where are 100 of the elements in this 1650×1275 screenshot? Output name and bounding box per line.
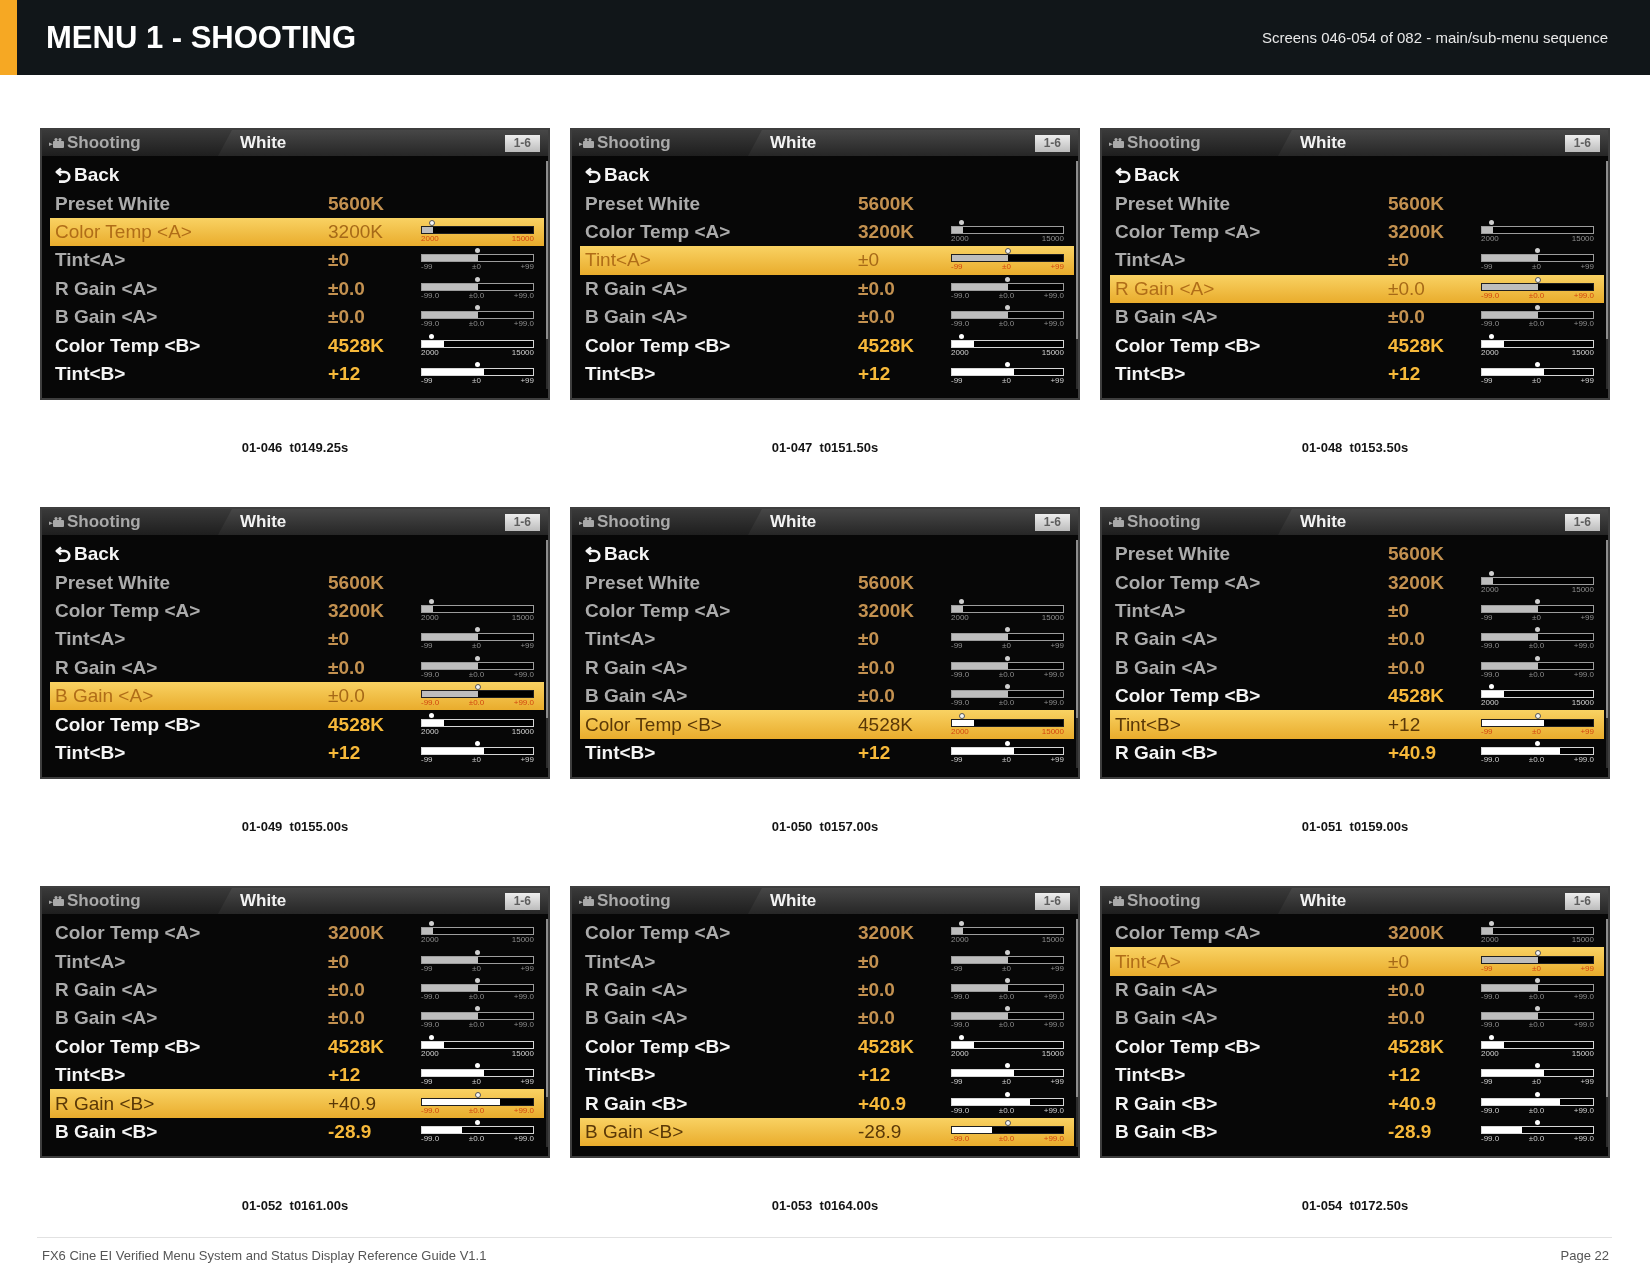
screen-caption: 01-052 t0161.00s	[241, 1198, 349, 1214]
tick-label: 15000	[511, 233, 534, 244]
menu-item[interactable]: Color Temp <B>	[585, 1035, 858, 1058]
setting-value: ±0.0	[328, 685, 366, 708]
tick-label: ±0.0	[1528, 991, 1545, 1002]
camera-icon	[579, 138, 594, 148]
tick-label: 2000	[421, 1048, 439, 1059]
tick-label: ±0	[472, 641, 481, 652]
menu-item[interactable]: R Gain <B>	[1115, 741, 1388, 764]
breadcrumb-tab[interactable]: Shooting	[42, 888, 232, 914]
menu-item[interactable]: Color Temp <B>	[1115, 1035, 1388, 1058]
breadcrumb-tab[interactable]: Shooting	[572, 509, 762, 535]
back-item[interactable]: Back	[604, 164, 650, 187]
menu-item[interactable]: Color Temp <B>	[55, 713, 328, 736]
back-item[interactable]: Back	[74, 164, 120, 187]
tick-label: -99	[421, 641, 433, 652]
setting-value: 4528K	[858, 334, 915, 357]
tick-label: -99.0	[1481, 669, 1500, 680]
menu-item[interactable]: Color Temp <B>	[1115, 685, 1388, 708]
tick-label: ±0.0	[1528, 1133, 1545, 1144]
setting-value: +12	[328, 741, 362, 764]
setting-value: ±0.0	[1388, 978, 1426, 1001]
back-arrow-icon	[55, 167, 71, 184]
menu-item[interactable]: Color Temp <B>	[585, 334, 858, 357]
setting-value: +12	[1388, 362, 1422, 385]
tick-label: -99.0	[1481, 1105, 1500, 1116]
tick-label: ±0.0	[468, 991, 485, 1002]
breadcrumb-tab[interactable]: Shooting	[1102, 888, 1292, 914]
back-item[interactable]: Back	[604, 543, 650, 566]
setting-value: ±0.0	[1388, 656, 1426, 679]
menu-item[interactable]: Tint<B>	[585, 1064, 858, 1087]
menu-item[interactable]: B Gain <B>	[55, 1120, 328, 1143]
menu-item[interactable]: Tint<B>	[55, 1064, 328, 1087]
screen-caption: 01-046 t0149.25s	[241, 440, 349, 456]
menu-item[interactable]: B Gain <B>	[585, 1120, 858, 1143]
tick-label: +99.0	[513, 319, 534, 330]
tick-label: ±0.0	[468, 669, 485, 680]
tick-label: 2000	[1481, 935, 1499, 946]
menu-item[interactable]: Tint<B>	[585, 741, 858, 764]
menu-item[interactable]: Color Temp <B>	[585, 713, 858, 736]
tick-label: +99	[1050, 641, 1064, 652]
tick-label: +99.0	[513, 1105, 534, 1116]
menu-item[interactable]: Tint<B>	[55, 362, 328, 385]
breadcrumb-tab[interactable]: Shooting	[1102, 509, 1292, 535]
page-badge: 1-6	[1034, 513, 1070, 531]
tick-label: 2000	[1481, 584, 1499, 595]
tick-label: 15000	[511, 1048, 534, 1059]
tick-label: ±0.0	[1528, 1105, 1545, 1116]
setting-value: 3200K	[858, 922, 915, 945]
tick-label: 2000	[421, 233, 439, 244]
tick-label: +99.0	[1573, 991, 1594, 1002]
breadcrumb-tab[interactable]: Shooting	[572, 888, 762, 914]
tick-label: ±0	[472, 262, 481, 273]
page-badge: 1-6	[1564, 134, 1600, 152]
breadcrumb-tab[interactable]: Shooting	[42, 509, 232, 535]
menu-item[interactable]: Tint<B>	[1115, 713, 1388, 736]
setting-value: ±0.0	[858, 306, 896, 329]
tick-label: -99	[421, 262, 433, 273]
tick-label: -99.0	[951, 1133, 970, 1144]
setting-value: ±0.0	[328, 277, 366, 300]
screen-caption: 01-050 t0157.00s	[771, 819, 879, 835]
breadcrumb-tab[interactable]: Shooting	[572, 130, 762, 156]
setting-value: ±0	[1388, 950, 1410, 973]
page-badge: 1-6	[1564, 892, 1600, 910]
breadcrumb-tab[interactable]: Shooting	[1102, 130, 1292, 156]
menu-item[interactable]: Tint<B>	[1115, 1064, 1388, 1087]
tick-label: ±0	[1002, 375, 1011, 386]
menu-item[interactable]: R Gain <B>	[1115, 1092, 1388, 1115]
tick-label: ±0	[1532, 612, 1541, 623]
setting-value: 3200K	[1388, 922, 1445, 945]
menu-item[interactable]: R Gain <B>	[585, 1092, 858, 1115]
tick-label: 2000	[951, 347, 969, 358]
setting-value: 3200K	[328, 922, 385, 945]
setting-value: ±0	[328, 950, 350, 973]
back-item[interactable]: Back	[74, 543, 120, 566]
menu-item[interactable]: Color Temp <B>	[55, 1035, 328, 1058]
tick-label: ±0.0	[1528, 319, 1545, 330]
breadcrumb-tab[interactable]: Shooting	[42, 130, 232, 156]
tick-label: +99.0	[1573, 290, 1594, 301]
menu-item[interactable]: Tint<B>	[585, 362, 858, 385]
tick-label: 15000	[1571, 233, 1594, 244]
tick-label: -99.0	[421, 290, 440, 301]
back-arrow-icon	[585, 546, 601, 563]
tick-label: -99	[1481, 612, 1493, 623]
menu-item[interactable]: B Gain <B>	[1115, 1120, 1388, 1143]
menu-item[interactable]: R Gain <B>	[55, 1092, 328, 1115]
menu-item[interactable]: Color Temp <B>	[55, 334, 328, 357]
menu-item[interactable]: Color Temp <B>	[1115, 334, 1388, 357]
tick-label: ±0	[1532, 262, 1541, 273]
tick-label: -99	[421, 375, 433, 386]
tick-label: +99.0	[1043, 698, 1064, 709]
setting-value: ±0.0	[1388, 306, 1426, 329]
camera-icon	[49, 896, 64, 906]
back-item[interactable]: Back	[1134, 164, 1180, 187]
tick-label: 2000	[1481, 1048, 1499, 1059]
tick-label: 2000	[421, 726, 439, 737]
menu-item[interactable]: Tint<B>	[55, 741, 328, 764]
tick-label: +99.0	[1043, 1133, 1064, 1144]
menu-item[interactable]: Tint<B>	[1115, 362, 1388, 385]
tick-label: 15000	[511, 935, 534, 946]
